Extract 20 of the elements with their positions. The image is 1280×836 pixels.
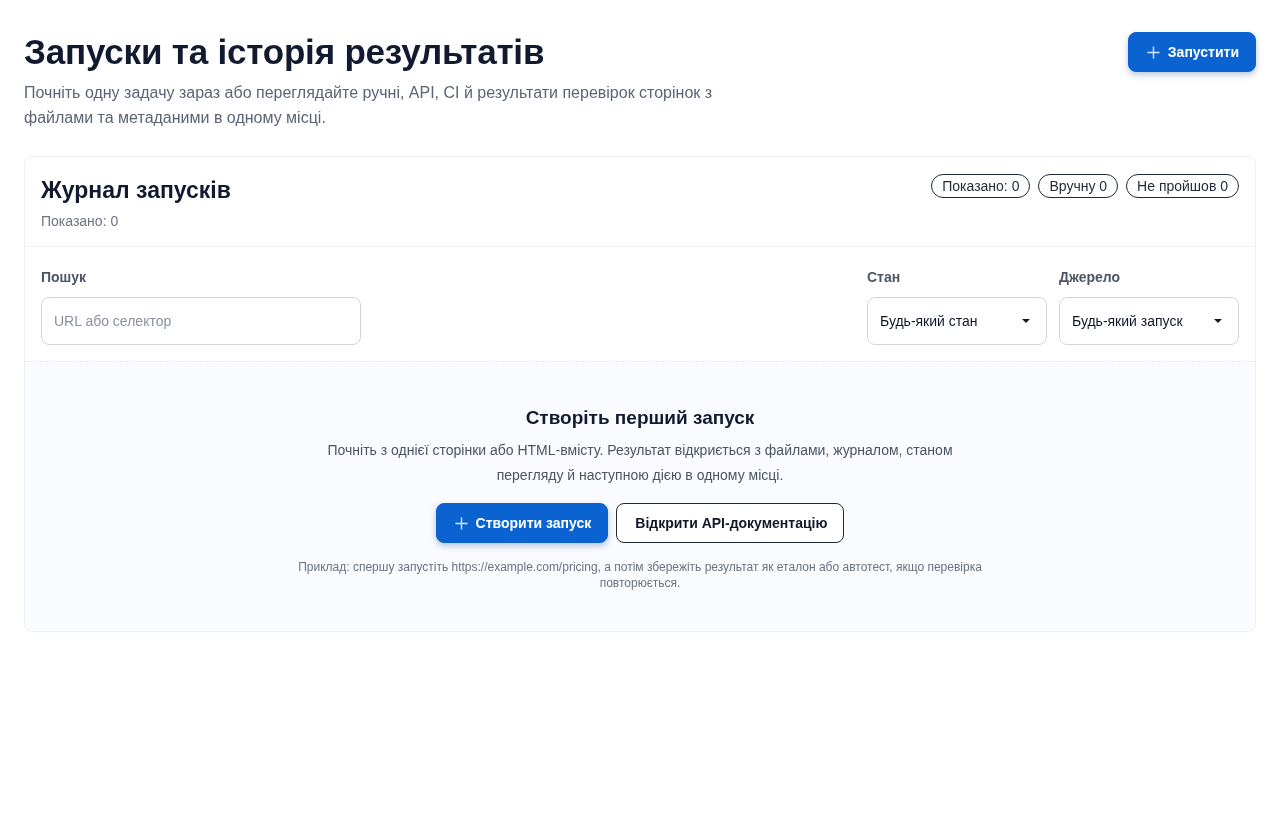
empty-state-text: Почніть з однієї сторінки або HTML-вмісту. Результат відкриється з файлами, журналом, станом перегляду й наступною дією в одному місці. [326,441,954,485]
page-subtitle: Почніть одну задачу зараз або переглядайте ручні, API, CI й результати перевірок сторінок з файлами та метаданими в одному місці. [24,83,714,128]
plus-icon [1146,45,1160,59]
field-label: Джерело [1059,268,1122,287]
create-run-button[interactable]: Створити запуск [435,503,609,543]
example-hint: Приклад: спершу запустіть https://example.com/pricing, а потім збережіть результат як еталон або автотест, якщо перевірка повторюється. [297,559,983,591]
shown-count: Показано: 0 [41,212,120,230]
filter-select[interactable]: Будь-який стан [867,297,1047,345]
filter-select[interactable]: Будь-який запуск [1059,297,1239,345]
field-label: Пошук [41,268,88,287]
run-button[interactable]: Запустити [1127,32,1256,72]
caret-icon [1022,319,1030,323]
caret-icon [1214,319,1222,323]
search-field[interactable]: URL або селектор [41,297,361,345]
page-title: Запуски та історія результатів [24,32,546,72]
panel-title: Журнал запусків [41,176,231,205]
plus-icon [454,516,468,530]
field-label: Стан [867,268,902,287]
empty-state-title: Створіть перший запуск [525,406,755,430]
api-docs-button[interactable]: Відкрити API-документацію [616,503,845,543]
